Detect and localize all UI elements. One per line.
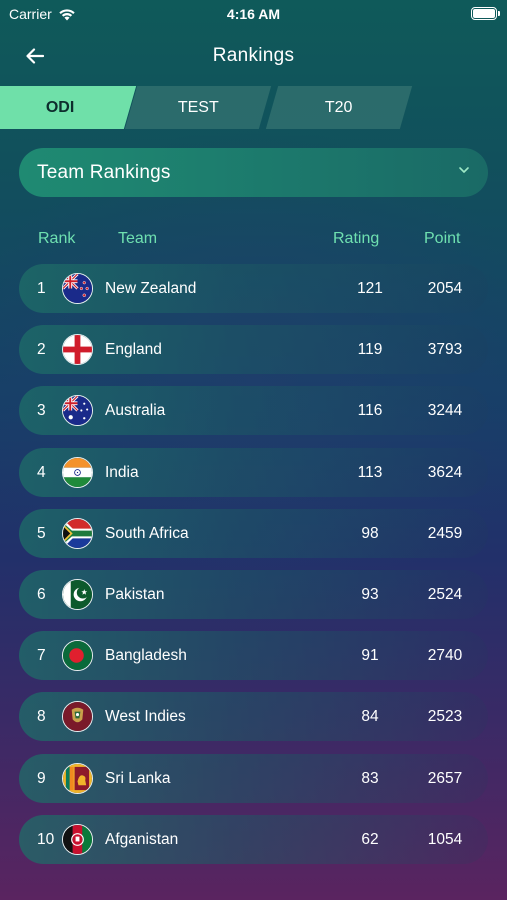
row-team: Afganistan xyxy=(105,830,179,848)
row-team: Bangladesh xyxy=(105,647,187,665)
row-team: England xyxy=(105,341,162,359)
table-row[interactable]: 2 England 119 3793 xyxy=(19,325,488,375)
row-point: 3624 xyxy=(427,463,463,481)
table-header: Rank Team Rating Point xyxy=(0,230,507,250)
tab-t20[interactable]: T20 xyxy=(265,86,413,129)
row-team: West Indies xyxy=(105,708,186,726)
row-rating: 116 xyxy=(357,402,383,420)
sri-lanka-flag-icon xyxy=(62,762,93,794)
status-time: 4:16 AM xyxy=(226,6,281,22)
india-flag-icon xyxy=(62,456,93,488)
row-rating: 113 xyxy=(357,463,383,481)
table-row[interactable]: 3 Australia 116 3244 xyxy=(19,386,488,436)
rankings-type-dropdown[interactable]: Team Rankings xyxy=(19,148,488,197)
afghanistan-flag-icon xyxy=(62,823,93,855)
row-team: Sri Lanka xyxy=(105,769,171,787)
column-header-point: Point xyxy=(424,230,461,247)
header: Rankings xyxy=(0,36,507,76)
tab-test[interactable]: TEST xyxy=(124,86,272,129)
row-rating: 84 xyxy=(361,708,379,726)
rankings-list: 1 New Zealand 121 2054 2 England 119 379… xyxy=(19,264,488,876)
row-point: 2740 xyxy=(427,647,463,665)
west-indies-flag-icon xyxy=(62,701,93,733)
row-team: Pakistan xyxy=(105,585,165,603)
row-rating: 93 xyxy=(361,585,379,603)
row-point: 2524 xyxy=(427,585,463,603)
table-row[interactable]: 7 Bangladesh 91 2740 xyxy=(19,631,488,681)
table-row[interactable]: 4 India 113 3624 xyxy=(19,447,488,497)
row-point: 3244 xyxy=(427,402,463,420)
england-flag-icon xyxy=(62,334,93,366)
table-row[interactable]: 6 Pakistan 93 2524 xyxy=(19,569,488,619)
row-rank: 4 xyxy=(37,463,46,481)
new-zealand-flag-icon xyxy=(62,273,93,304)
row-rating: 98 xyxy=(361,524,379,542)
australia-flag-icon xyxy=(62,395,93,427)
row-rank: 6 xyxy=(37,585,46,603)
column-header-rating: Rating xyxy=(333,230,380,247)
row-team: India xyxy=(105,463,139,481)
row-team: South Africa xyxy=(105,524,189,542)
row-rank: 2 xyxy=(37,341,46,359)
row-rating: 91 xyxy=(361,647,379,665)
row-team: New Zealand xyxy=(105,280,197,297)
row-rank: 1 xyxy=(37,280,46,297)
row-rank: 10 xyxy=(37,830,55,848)
tab-odi[interactable]: ODI xyxy=(0,86,137,129)
pakistan-flag-icon xyxy=(62,578,93,610)
row-point: 2054 xyxy=(427,280,463,297)
table-row[interactable]: 10 Afganistan 62 1054 xyxy=(19,814,488,864)
tab-odi-label: ODI xyxy=(45,98,75,116)
tab-t20-label: T20 xyxy=(325,98,353,116)
table-row[interactable]: 5 South Africa 98 2459 xyxy=(19,508,488,558)
row-point: 1054 xyxy=(427,830,463,848)
tab-test-label: TEST xyxy=(177,98,219,116)
row-rank: 8 xyxy=(37,708,46,726)
row-point: 2523 xyxy=(427,708,463,726)
status-bar: Carrier 4:16 AM xyxy=(0,0,507,28)
column-header-team: Team xyxy=(118,230,158,247)
row-point: 3793 xyxy=(427,341,463,359)
row-rank: 9 xyxy=(37,769,46,787)
row-point: 2657 xyxy=(427,769,463,787)
row-rating: 83 xyxy=(361,769,379,787)
row-rating: 62 xyxy=(361,830,379,848)
table-row[interactable]: 1 New Zealand 121 2054 xyxy=(19,264,488,313)
row-rank: 3 xyxy=(37,402,46,420)
row-team: Australia xyxy=(105,402,166,420)
row-rating: 119 xyxy=(357,341,383,359)
row-rating: 121 xyxy=(357,280,383,297)
row-rank: 5 xyxy=(37,524,46,542)
table-row[interactable]: 9 Sri Lanka 83 2657 xyxy=(19,753,488,803)
format-tabs: ODI TEST T20 xyxy=(0,86,507,129)
row-rank: 7 xyxy=(37,647,46,665)
page-title: Rankings xyxy=(212,45,295,66)
row-point: 2459 xyxy=(427,524,463,542)
table-row[interactable]: 8 West Indies 84 2523 xyxy=(19,692,488,742)
column-header-rank: Rank xyxy=(38,230,76,247)
dropdown-label: Team Rankings xyxy=(37,161,171,183)
south-africa-flag-icon xyxy=(62,517,93,549)
chevron-down-icon xyxy=(459,167,469,173)
bangladesh-flag-icon xyxy=(62,640,93,672)
battery-icon xyxy=(471,7,500,20)
